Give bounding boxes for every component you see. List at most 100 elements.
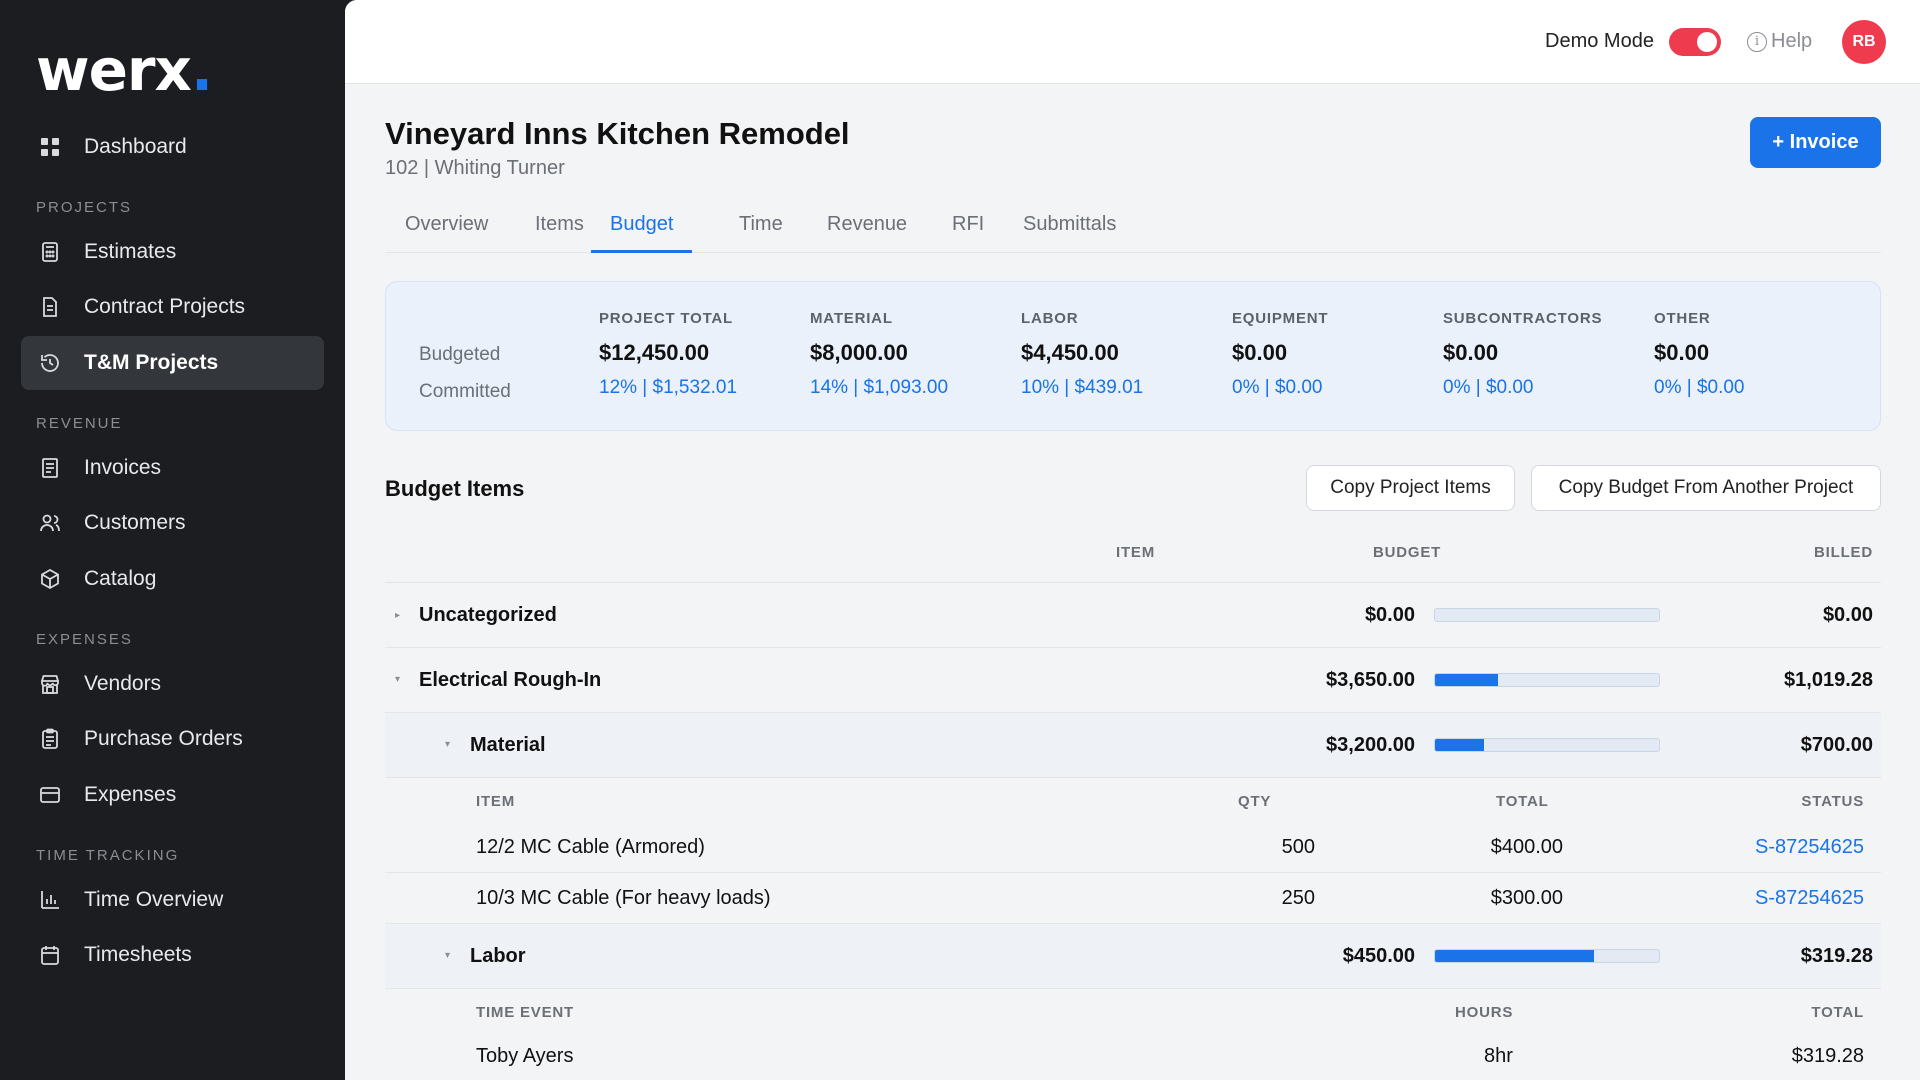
summary-col-head: PROJECT TOTAL xyxy=(599,310,734,327)
row-billed: $1,019.28 xyxy=(1784,669,1873,691)
sidebar-item-dashboard[interactable]: Dashboard xyxy=(21,120,324,174)
column-header-qty: QTY xyxy=(1238,793,1272,810)
summary-budgeted-value: $0.00 xyxy=(1654,340,1710,365)
copy-budget-button[interactable]: Copy Budget From Another Project xyxy=(1531,465,1881,511)
column-header-item: ITEM xyxy=(476,793,516,810)
sidebar-item-time-overview[interactable]: Time Overview xyxy=(21,873,324,927)
labor-line-item[interactable]: Toby Ayers 8hr $319.28 xyxy=(385,1033,1881,1080)
main-content: Demo Mode i Help RB Vineyard Inns Kitche… xyxy=(345,0,1920,1080)
receipt-icon xyxy=(37,455,63,481)
row-billed: $700.00 xyxy=(1800,734,1873,756)
avatar[interactable]: RB xyxy=(1842,20,1886,64)
project-tabs: Overview Items Budget Time Revenue RFI S… xyxy=(385,205,1881,253)
budget-row-uncategorized[interactable]: ▸ Uncategorized $0.00 $0.00 xyxy=(385,583,1881,648)
sidebar-item-expenses[interactable]: Expenses xyxy=(21,768,324,822)
labor-lines-header: TIME EVENT HOURS TOTAL xyxy=(385,989,1881,1033)
budget-table-header: ITEM BUDGET BILLED xyxy=(385,536,1881,583)
werx-logo[interactable]: werx. xyxy=(36,36,213,104)
summary-committed-value: 0% | $0.00 xyxy=(1654,377,1745,398)
sidebar-item-timesheets[interactable]: Timesheets xyxy=(21,928,324,982)
sidebar-item-estimates[interactable]: Estimates xyxy=(21,225,324,279)
progress-bar xyxy=(1434,673,1660,687)
calculator-icon xyxy=(37,239,63,265)
progress-bar xyxy=(1434,949,1660,963)
row-budget: $0.00 xyxy=(1364,604,1415,626)
row-name: Labor xyxy=(470,945,526,967)
sidebar-section-time-tracking: TIME TRACKING xyxy=(36,847,180,864)
caret-right-icon[interactable]: ▸ xyxy=(395,610,400,621)
time-event-total: $319.28 xyxy=(1791,1045,1864,1067)
material-line-item[interactable]: 10/3 MC Cable (For heavy loads) 250 $300… xyxy=(385,873,1881,924)
sidebar-item-label: Expenses xyxy=(84,783,177,806)
logo-dot: . xyxy=(190,36,213,104)
row-billed: $319.28 xyxy=(1800,945,1873,967)
caret-down-icon[interactable]: ▾ xyxy=(395,674,400,685)
budget-row-labor[interactable]: ▾ Labor $450.00 $319.28 xyxy=(385,924,1881,989)
sidebar-item-customers[interactable]: Customers xyxy=(21,496,324,550)
line-item-name: 12/2 MC Cable (Armored) xyxy=(476,836,705,858)
help-link[interactable]: i Help xyxy=(1747,30,1812,53)
tab-submittals[interactable]: Submittals xyxy=(1023,213,1116,253)
row-budget: $3,650.00 xyxy=(1326,669,1415,691)
copy-project-items-button[interactable]: Copy Project Items xyxy=(1306,465,1515,511)
clipboard-icon xyxy=(37,726,63,752)
tab-revenue[interactable]: Revenue xyxy=(827,213,907,253)
sidebar-item-purchase-orders[interactable]: Purchase Orders xyxy=(21,712,324,766)
column-header-status: STATUS xyxy=(1801,793,1864,810)
sidebar-item-catalog[interactable]: Catalog xyxy=(21,552,324,606)
tab-budget[interactable]: Budget xyxy=(591,213,693,253)
column-header-total: TOTAL xyxy=(1496,793,1549,810)
budget-row-material[interactable]: ▾ Material $3,200.00 $700.00 xyxy=(385,713,1881,778)
sidebar-item-tm-projects[interactable]: T&M Projects xyxy=(21,336,324,390)
tab-time[interactable]: Time xyxy=(739,213,783,253)
summary-budgeted-value: $0.00 xyxy=(1443,340,1499,365)
summary-committed-value: 0% | $0.00 xyxy=(1443,377,1534,398)
line-item-qty: 500 xyxy=(1281,836,1315,858)
sidebar-item-label: Dashboard xyxy=(84,135,187,158)
sidebar-item-contract-projects[interactable]: Contract Projects xyxy=(21,280,324,334)
summary-col-head: MATERIAL xyxy=(810,310,893,327)
box-icon xyxy=(37,566,63,592)
summary-col-head: EQUIPMENT xyxy=(1232,310,1329,327)
sidebar-item-invoices[interactable]: Invoices xyxy=(21,441,324,495)
sidebar-item-vendors[interactable]: Vendors xyxy=(21,657,324,711)
material-lines-header: ITEM QTY TOTAL STATUS xyxy=(385,778,1881,822)
column-header-total: TOTAL xyxy=(1811,1004,1864,1021)
history-icon xyxy=(37,350,63,376)
summary-subcontractors: SUBCONTRACTORS $0.00 0% | $0.00 xyxy=(1443,310,1602,399)
material-line-item[interactable]: 12/2 MC Cable (Armored) 500 $400.00 S-87… xyxy=(385,822,1881,873)
column-header-billed: BILLED xyxy=(1814,544,1873,561)
summary-material: MATERIAL $8,000.00 14% | $1,093.00 xyxy=(810,310,948,399)
column-header-time-event: TIME EVENT xyxy=(476,1004,575,1021)
progress-bar xyxy=(1434,608,1660,622)
summary-col-head: OTHER xyxy=(1654,310,1711,327)
summary-project-total: PROJECT TOTAL $12,450.00 12% | $1,532.01 xyxy=(599,310,737,399)
summary-committed-value: 12% | $1,532.01 xyxy=(599,377,738,398)
summary-committed-value: 10% | $439.01 xyxy=(1021,377,1144,398)
help-label: Help xyxy=(1771,30,1813,52)
tab-overview[interactable]: Overview xyxy=(405,213,488,253)
caret-down-icon[interactable]: ▾ xyxy=(445,950,450,961)
time-event-hours: 8hr xyxy=(1484,1045,1513,1067)
sidebar-item-label: Purchase Orders xyxy=(84,727,243,750)
bar-chart-icon xyxy=(37,887,63,913)
line-item-status-link[interactable]: S-87254625 xyxy=(1755,887,1864,910)
column-header-budget: BUDGET xyxy=(1373,544,1442,561)
row-budget: $3,200.00 xyxy=(1326,734,1415,756)
line-item-status-link[interactable]: S-87254625 xyxy=(1755,836,1864,859)
summary-labor: LABOR $4,450.00 10% | $439.01 xyxy=(1021,310,1143,399)
top-bar: Demo Mode i Help RB xyxy=(345,0,1920,84)
summary-committed-value: 14% | $1,093.00 xyxy=(810,377,949,398)
progress-fill xyxy=(1435,950,1595,962)
tab-items[interactable]: Items xyxy=(535,213,584,253)
sidebar-item-label: Estimates xyxy=(84,240,177,263)
budget-row-electrical-rough-in[interactable]: ▾ Electrical Rough-In $3,650.00 $1,019.2… xyxy=(385,648,1881,713)
demo-mode-toggle[interactable] xyxy=(1669,28,1721,56)
summary-budgeted-value: $12,450.00 xyxy=(599,340,710,365)
row-budget: $450.00 xyxy=(1342,945,1415,967)
tab-rfi[interactable]: RFI xyxy=(952,213,984,253)
caret-down-icon[interactable]: ▾ xyxy=(445,739,450,750)
add-invoice-button[interactable]: + Invoice xyxy=(1750,117,1881,168)
line-item-total: $300.00 xyxy=(1490,887,1563,909)
demo-mode-label: Demo Mode xyxy=(1545,30,1654,52)
